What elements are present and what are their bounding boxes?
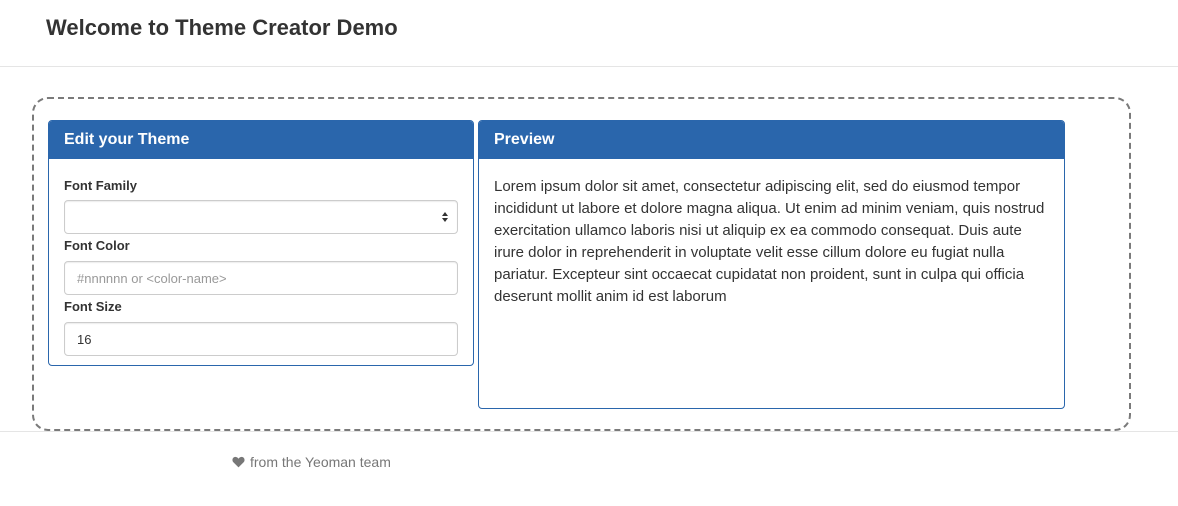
page-footer: from the Yeoman team [0,431,1178,506]
page-title: Welcome to Theme Creator Demo [46,15,398,40]
footer-text: from the Yeoman team [250,454,391,470]
font-size-input[interactable] [64,322,458,356]
edit-theme-heading: Edit your Theme [49,121,473,159]
font-color-label: Font Color [64,238,130,253]
font-family-label: Font Family [64,178,137,193]
preview-text: Lorem ipsum dolor sit amet, consectetur … [494,178,1045,305]
preview-panel: Preview Lorem ipsum dolor sit amet, cons… [478,120,1065,409]
font-color-input[interactable] [64,261,458,295]
heart-icon [232,456,245,468]
footer-credit: from the Yeoman team [232,453,391,471]
page-header: Welcome to Theme Creator Demo [0,0,1178,67]
preview-heading: Preview [479,121,1064,159]
font-family-select-wrapper [64,200,458,234]
font-size-label: Font Size [64,299,122,314]
font-family-select[interactable] [64,200,458,234]
edit-theme-panel: Edit your Theme Font Family Font Color F… [48,120,474,366]
select-arrows-icon [442,212,448,222]
